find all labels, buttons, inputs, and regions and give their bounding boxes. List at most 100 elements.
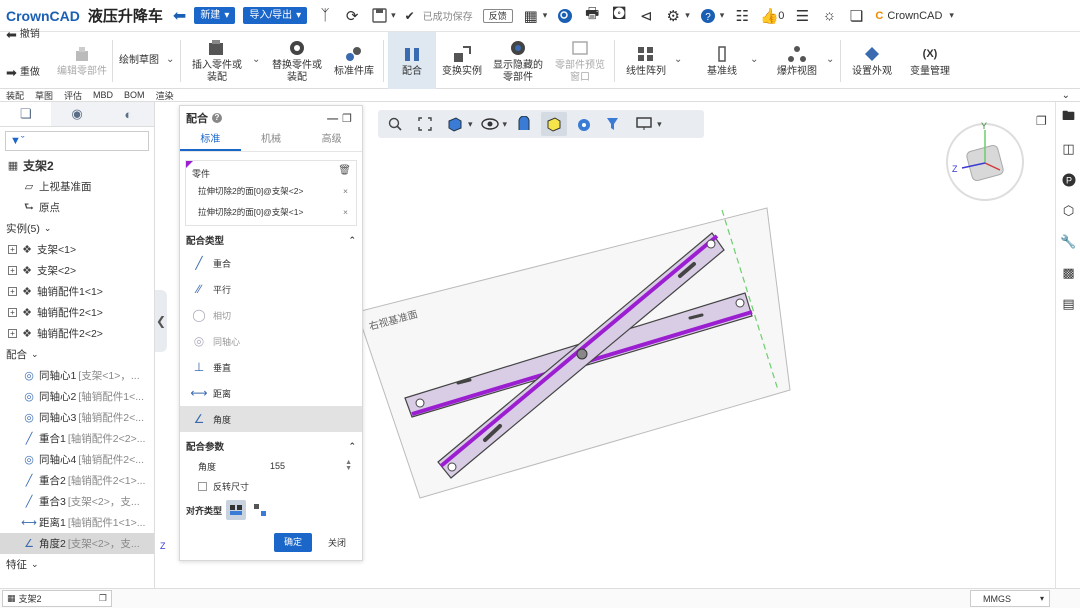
mate-type-parallel[interactable]: ∕∕ 平行 bbox=[180, 276, 362, 302]
model-canvas[interactable]: 右视基准面 Y Z bbox=[356, 102, 1055, 588]
set-appearance-button[interactable]: 设置外观 bbox=[848, 32, 896, 89]
window-icon[interactable]: ▦ bbox=[522, 7, 540, 25]
units-select[interactable]: MMGS ▾ bbox=[970, 590, 1050, 607]
tab-sketch[interactable]: 草图 bbox=[35, 89, 53, 102]
linear-array-button[interactable]: 线性阵列 bbox=[622, 32, 670, 89]
save-icon[interactable] bbox=[370, 7, 388, 25]
print-icon[interactable]: 🖶 bbox=[583, 5, 601, 25]
ok-button[interactable]: 确定 bbox=[273, 533, 312, 552]
insert-chevron-icon[interactable]: ⌄ bbox=[252, 54, 260, 65]
parameter-p-icon[interactable]: P bbox=[1056, 164, 1080, 195]
expand-plus-icon[interactable]: + bbox=[8, 245, 17, 254]
sun-icon[interactable]: ☼ bbox=[820, 7, 838, 25]
view-restore-icon[interactable]: ❐ bbox=[1036, 114, 1047, 128]
cube-view-icon[interactable]: ⬡ bbox=[1056, 195, 1080, 226]
sketch-chevron-icon[interactable]: ⌄ bbox=[166, 54, 174, 65]
panel-collapse-button[interactable]: ❮ bbox=[155, 290, 167, 352]
property-tab-icon[interactable]: ◉ bbox=[51, 102, 102, 126]
flip-dimension-checkbox[interactable] bbox=[198, 481, 207, 491]
collapse-caret-icon[interactable]: ⌃ bbox=[348, 235, 356, 246]
mate-type-distance[interactable]: ⟷ 距离 bbox=[180, 380, 362, 406]
undo-button[interactable]: ⬅ 撤销 bbox=[6, 20, 40, 50]
mate-type-perpendicular[interactable]: ⊥ 垂直 bbox=[180, 354, 362, 380]
tab-standard[interactable]: 标准 bbox=[180, 130, 241, 151]
sketch-button[interactable]: 绘制草图 bbox=[116, 32, 162, 89]
window-chevron-icon[interactable]: ▾ bbox=[543, 10, 548, 21]
redo-button[interactable]: ➡ 重做 bbox=[6, 58, 40, 88]
expand-plus-icon[interactable]: + bbox=[8, 287, 17, 296]
mate-type-angle[interactable]: ∠ 角度 bbox=[180, 406, 362, 432]
document-tab[interactable]: ▦ 支架2 ❐ bbox=[2, 590, 112, 607]
folder-icon[interactable]: 🖿 bbox=[1056, 102, 1080, 133]
tree-features-header[interactable]: 特征 ⌄ bbox=[0, 554, 154, 575]
feedback-button[interactable]: 反馈 bbox=[482, 8, 513, 23]
mate-type-section-header[interactable]: 配合类型 ⌃ bbox=[180, 230, 362, 250]
trash-icon[interactable]: 🗑 bbox=[338, 165, 351, 176]
tree-instance-item[interactable]: + ❖ 轴销配件2<1> bbox=[0, 302, 154, 323]
close-button[interactable]: 关闭 bbox=[328, 536, 346, 549]
like-icon[interactable]: 👍 bbox=[760, 7, 779, 25]
align-aligned-icon[interactable] bbox=[226, 500, 247, 520]
tree-mate-item[interactable]: ╱ 重合3 [支架<2>，支... bbox=[0, 491, 154, 512]
save-chevron-icon[interactable]: ▾ bbox=[391, 10, 396, 21]
view-cube[interactable]: Y Z bbox=[946, 121, 1024, 201]
appearance-render-icon[interactable] bbox=[571, 112, 597, 136]
import-export-button[interactable]: 导入/导出 ▾ bbox=[243, 7, 308, 24]
tree-mate-item[interactable]: ∠ 角度2 [支架<2>，支... bbox=[0, 533, 154, 554]
brand-menu[interactable]: С CrownCAD ▾ bbox=[875, 10, 954, 22]
expand-plus-icon[interactable]: + bbox=[8, 329, 17, 338]
minimize-icon[interactable]: — bbox=[327, 113, 342, 125]
insert-part-button[interactable]: 插入零件或装配 bbox=[188, 32, 246, 89]
transform-instance-button[interactable]: 变换实例 bbox=[438, 32, 486, 89]
fit-view-icon[interactable] bbox=[412, 112, 438, 136]
search-icon[interactable] bbox=[556, 7, 574, 25]
visibility-chevron-icon[interactable]: ▾ bbox=[503, 119, 508, 130]
wrench-icon[interactable]: 🔧 bbox=[1056, 226, 1080, 257]
tab-advanced[interactable]: 高级 bbox=[301, 130, 362, 151]
3d-viewport[interactable]: 右视基准面 Y Z bbox=[356, 102, 1055, 588]
tab-bom[interactable]: BOM bbox=[124, 90, 145, 100]
hierarchy-icon[interactable]: ☷ bbox=[733, 7, 751, 25]
flip-dimension-row[interactable]: 反转尺寸 bbox=[180, 476, 362, 496]
display-style-icon[interactable] bbox=[541, 112, 568, 136]
mate-params-section-header[interactable]: 配合参数 ⌃ bbox=[180, 436, 362, 456]
std-lib-button[interactable]: 标准件库 bbox=[330, 32, 378, 89]
settings-gear-icon[interactable]: ⚙ bbox=[664, 7, 682, 25]
mate-type-tangent[interactable]: ◯ 相切 bbox=[180, 302, 362, 328]
display-monitor-icon[interactable] bbox=[631, 112, 657, 136]
part-selection-row[interactable]: 拉伸切除2的面[0]@支架<1> × bbox=[186, 201, 356, 222]
edit-part-button[interactable]: 编辑零部件 bbox=[56, 32, 108, 89]
tree-root-item[interactable]: ▦ 支架2 bbox=[0, 155, 154, 176]
angle-value-input[interactable]: 155 bbox=[270, 461, 285, 471]
align-anti-aligned-icon[interactable] bbox=[250, 500, 270, 520]
baseline-button[interactable]: 基准线 bbox=[700, 32, 744, 89]
explode-chevron-icon[interactable]: ⌄ bbox=[826, 54, 834, 65]
mate-type-concentric[interactable]: ◎ 同轴心 bbox=[180, 328, 362, 354]
baseline-chevron-icon[interactable]: ⌄ bbox=[750, 54, 758, 65]
tree-top-plane[interactable]: ▱ 上视基准面 bbox=[0, 176, 154, 197]
tree-origin[interactable]: ⮑ 原点 bbox=[0, 197, 154, 218]
visibility-eye-icon[interactable] bbox=[477, 112, 503, 136]
checker-icon[interactable]: ▩ bbox=[1056, 257, 1080, 288]
view-orientation-chevron-icon[interactable]: ▾ bbox=[468, 119, 473, 130]
remove-x-icon[interactable]: × bbox=[343, 207, 348, 217]
preview-window-button[interactable]: 零部件预览窗口 bbox=[552, 32, 608, 89]
branch-icon[interactable]: ᛉ bbox=[316, 7, 334, 25]
collapse-caret-icon[interactable]: ⌃ bbox=[348, 441, 356, 452]
share-icon[interactable]: ⊲ bbox=[637, 7, 655, 25]
tab-mbd[interactable]: MBD bbox=[93, 90, 113, 100]
tree-instance-item[interactable]: + ❖ 轴销配件2<2> bbox=[0, 323, 154, 344]
tree-mate-item[interactable]: ◎ 同轴心3 [轴销配件2<... bbox=[0, 407, 154, 428]
restore-icon[interactable]: ❐ bbox=[342, 113, 356, 125]
tree-instance-item[interactable]: + ❖ 支架<2> bbox=[0, 260, 154, 281]
angle-stepper[interactable]: ▲ ▼ bbox=[345, 459, 352, 472]
help-icon[interactable]: ? bbox=[699, 7, 717, 25]
database-icon[interactable]: ☰ bbox=[793, 7, 811, 25]
back-arrow-icon[interactable]: ⬅ bbox=[173, 6, 186, 26]
tree-mate-item[interactable]: ╱ 重合1 [轴销配件2<2>... bbox=[0, 428, 154, 449]
help-question-icon[interactable]: ? bbox=[212, 113, 222, 123]
tab-evaluate[interactable]: 评估 bbox=[64, 89, 82, 102]
tree-instances-header[interactable]: 实例(5) ⌄ bbox=[0, 218, 154, 239]
settings-chevron-icon[interactable]: ▾ bbox=[685, 10, 690, 21]
tree-mate-item[interactable]: ◎ 同轴心1 [支架<1>，... bbox=[0, 365, 154, 386]
